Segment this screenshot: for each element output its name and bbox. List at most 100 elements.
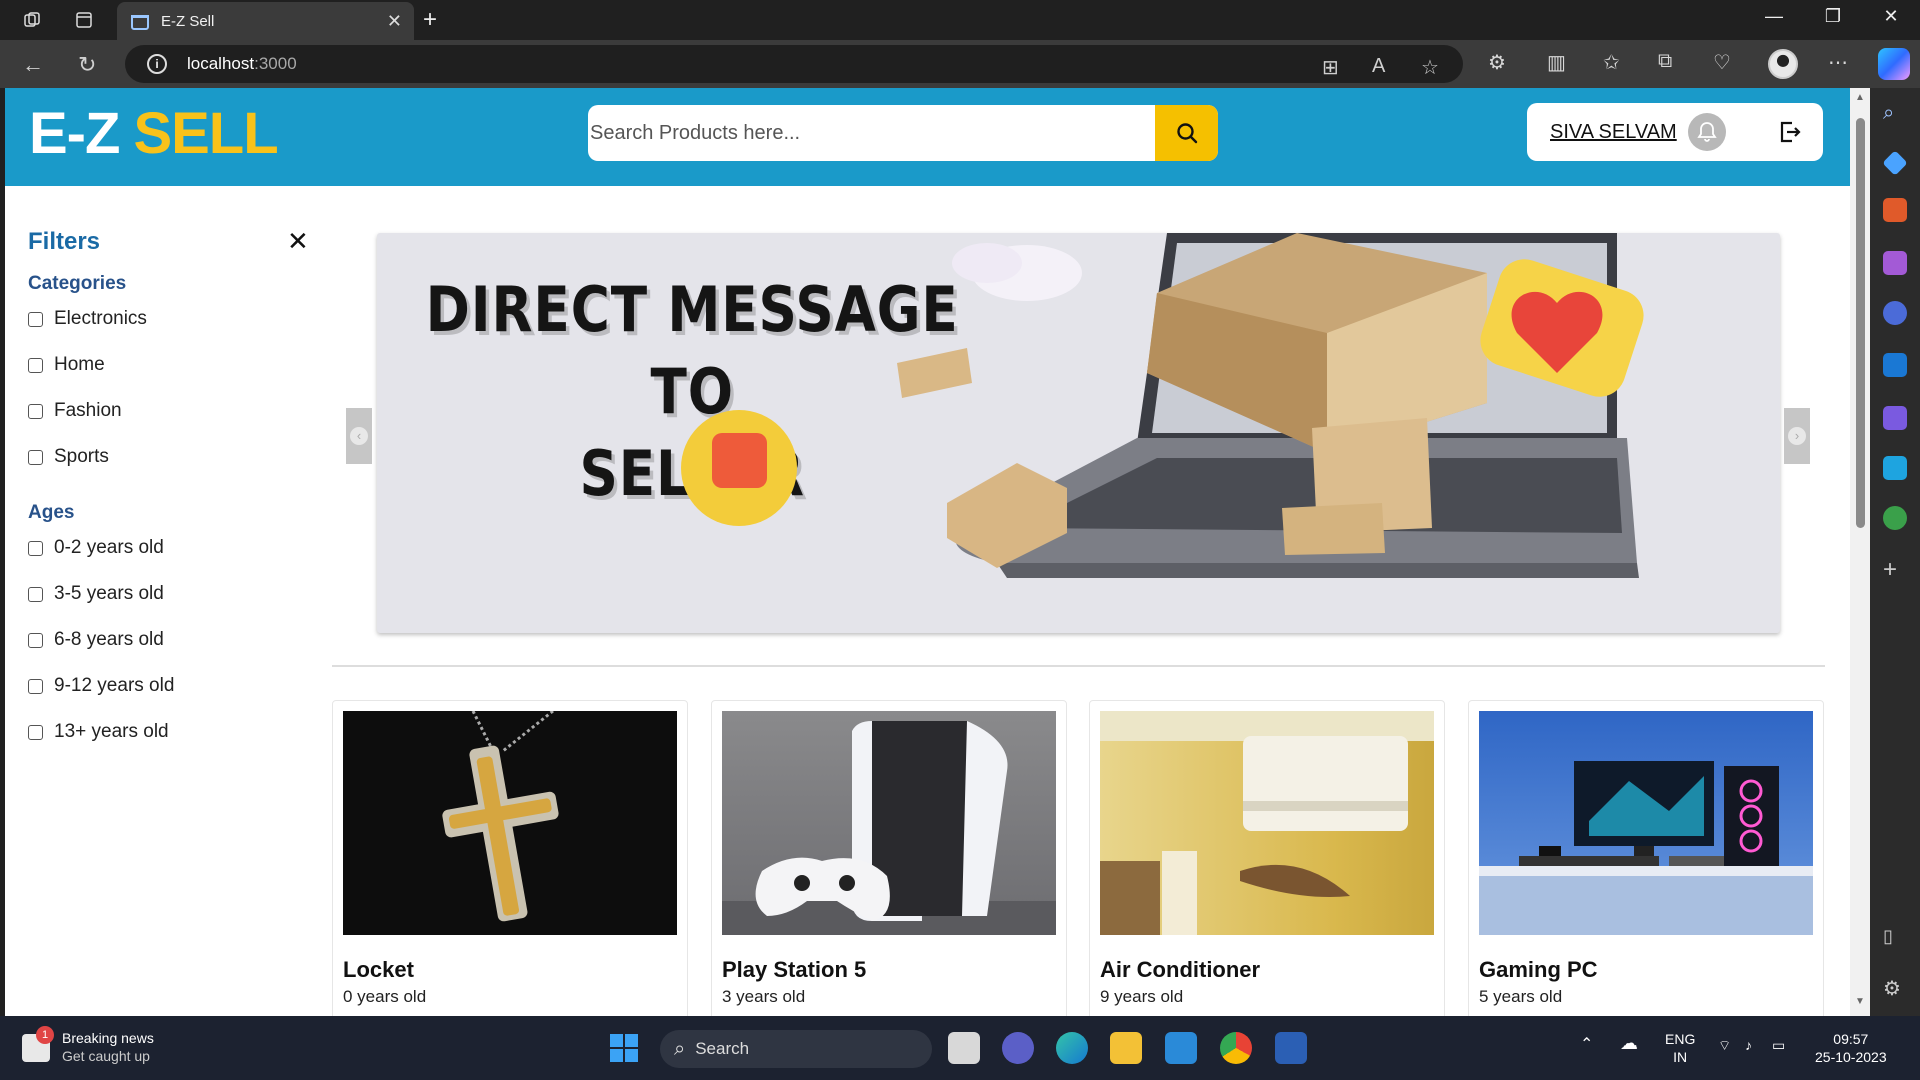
app-available-icon[interactable]: ⊞	[1322, 55, 1339, 80]
url-host: localhost	[187, 54, 255, 73]
taskbar-search[interactable]: ⌕ Search	[660, 1030, 932, 1068]
minimize-icon[interactable]: —	[1751, 6, 1797, 27]
checkbox[interactable]	[28, 357, 43, 373]
logout-icon[interactable]	[1777, 119, 1803, 145]
search-input[interactable]	[588, 105, 1148, 161]
window-close-icon[interactable]: ✕	[1868, 6, 1914, 27]
tree-icon[interactable]	[1883, 506, 1907, 530]
url-port: :3000	[254, 54, 297, 73]
checkbox[interactable]	[28, 403, 43, 419]
product-card-locket[interactable]: Locket 0 years old	[332, 700, 688, 1016]
checkbox[interactable]	[28, 678, 43, 694]
sidebar-settings-icon[interactable]: ⚙	[1883, 976, 1907, 1000]
outlook-icon[interactable]	[1883, 353, 1907, 377]
new-tab-icon[interactable]: +	[423, 6, 437, 34]
tray-overflow-icon[interactable]: ⌃	[1580, 1036, 1593, 1054]
language-indicator[interactable]: ENG IN	[1665, 1030, 1695, 1066]
windows-start-icon[interactable]	[610, 1034, 638, 1062]
promo-carousel: DIRECT MESSAGE TO SELLER	[377, 233, 1780, 633]
checkbox[interactable]	[28, 311, 43, 327]
shopping-tag-icon[interactable]	[1882, 150, 1908, 176]
add-sidebar-app-icon[interactable]: +	[1883, 556, 1907, 583]
designer-icon[interactable]	[1883, 406, 1907, 430]
refresh-icon[interactable]: ↻	[78, 52, 96, 78]
extensions-icon[interactable]: ⚙	[1488, 50, 1506, 75]
product-name: Play Station 5	[722, 957, 867, 982]
site-info-icon[interactable]: i	[147, 54, 167, 74]
close-filters-icon[interactable]: ✕	[287, 226, 309, 257]
search-button[interactable]	[1155, 105, 1218, 161]
browser-tab-active[interactable]: E-Z Sell ✕	[117, 2, 414, 40]
task-view-icon[interactable]	[948, 1032, 980, 1064]
favorites-icon[interactable]: ✩	[1603, 50, 1620, 75]
filter-label: 0-2 years old	[54, 537, 164, 558]
scroll-up-icon[interactable]: ▲	[1855, 92, 1865, 103]
tab-actions-icon[interactable]	[72, 8, 96, 32]
notifications-button[interactable]	[1688, 113, 1726, 151]
filter-age-9-12[interactable]: 9-12 years old	[28, 675, 174, 697]
date: 25-10-2023	[1815, 1049, 1887, 1065]
tab-close-icon[interactable]: ✕	[387, 11, 402, 32]
teams-chat-icon[interactable]	[1002, 1032, 1034, 1064]
page-scrollbar[interactable]: ▲ ▼	[1850, 88, 1870, 1016]
chrome-icon[interactable]	[1220, 1032, 1252, 1064]
carousel-prev-button[interactable]: ‹	[346, 408, 372, 464]
onedrive-icon[interactable]: ☁	[1620, 1034, 1638, 1052]
checkbox[interactable]	[28, 449, 43, 465]
workspaces-icon[interactable]	[20, 8, 44, 32]
filter-age-6-8[interactable]: 6-8 years old	[28, 629, 164, 651]
filter-electronics[interactable]: Electronics	[28, 308, 147, 330]
filter-sports[interactable]: Sports	[28, 446, 109, 468]
edge-browser-icon[interactable]	[1056, 1032, 1088, 1064]
filter-home[interactable]: Home	[28, 354, 105, 376]
chevron-right-icon: ›	[1788, 427, 1806, 445]
filter-fashion[interactable]: Fashion	[28, 400, 122, 422]
user-name-link[interactable]: SIVA SELVAM	[1550, 121, 1677, 144]
telegram-icon[interactable]	[1883, 456, 1907, 480]
restore-icon[interactable]: ❐	[1810, 6, 1856, 27]
battery-icon[interactable]: ▭	[1772, 1036, 1785, 1054]
word-icon[interactable]	[1275, 1032, 1307, 1064]
filter-label: 9-12 years old	[54, 675, 175, 696]
checkbox[interactable]	[28, 632, 43, 648]
read-aloud-icon[interactable]: A	[1372, 55, 1385, 78]
file-explorer-icon[interactable]	[1110, 1032, 1142, 1064]
news-widget[interactable]: 1 Breaking news Get caught up	[22, 1026, 154, 1064]
filter-age-13-plus[interactable]: 13+ years old	[28, 721, 169, 743]
sidebar-search-icon[interactable]: ⌕	[1883, 102, 1907, 126]
hide-sidebar-icon[interactable]: ▯	[1883, 926, 1907, 950]
clock[interactable]: 09:57 25-10-2023	[1815, 1030, 1887, 1066]
tools-icon[interactable]	[1883, 198, 1907, 222]
checkbox[interactable]	[28, 586, 43, 602]
scrollbar-thumb[interactable]	[1856, 118, 1865, 528]
checkbox[interactable]	[28, 540, 43, 556]
tab-title: E-Z Sell	[161, 12, 215, 30]
filter-age-3-5[interactable]: 3-5 years old	[28, 583, 164, 605]
checkbox[interactable]	[28, 724, 43, 740]
browser-essentials-icon[interactable]: ♡	[1713, 50, 1731, 75]
product-name: Air Conditioner	[1100, 957, 1261, 982]
microsoft-365-icon[interactable]	[1883, 301, 1907, 325]
copilot-icon[interactable]	[1878, 48, 1910, 80]
product-card-air-conditioner[interactable]: Air Conditioner 9 years old	[1089, 700, 1445, 1016]
back-icon[interactable]: ←	[22, 52, 44, 78]
split-screen-icon[interactable]: ▥	[1547, 50, 1566, 75]
edge-sidebar: ⌕ + ▯ ⚙	[1870, 88, 1920, 1016]
scroll-down-icon[interactable]: ▼	[1855, 996, 1865, 1007]
profile-avatar[interactable]	[1768, 49, 1798, 79]
collections-icon[interactable]: ⧉	[1658, 50, 1672, 73]
address-bar[interactable]: i localhost:3000 ⊞ A ☆	[125, 45, 1463, 83]
favorite-star-icon[interactable]: ☆	[1421, 55, 1439, 80]
filter-label: Electronics	[54, 308, 147, 329]
carousel-next-button[interactable]: ›	[1784, 408, 1810, 464]
site-logo[interactable]: E-Z SELL	[29, 100, 279, 167]
news-badge: 1	[36, 1026, 54, 1044]
product-card-gaming-pc[interactable]: Gaming PC 5 years old	[1468, 700, 1824, 1016]
wifi-icon[interactable]: ⌔	[1718, 1036, 1731, 1054]
filter-age-0-2[interactable]: 0-2 years old	[28, 537, 164, 559]
games-icon[interactable]	[1883, 251, 1907, 275]
volume-icon[interactable]: ♪	[1745, 1036, 1752, 1054]
product-card-playstation-5[interactable]: Play Station 5 3 years old	[711, 700, 1067, 1016]
more-options-icon[interactable]: ⋯	[1828, 50, 1848, 75]
vscode-icon[interactable]	[1165, 1032, 1197, 1064]
